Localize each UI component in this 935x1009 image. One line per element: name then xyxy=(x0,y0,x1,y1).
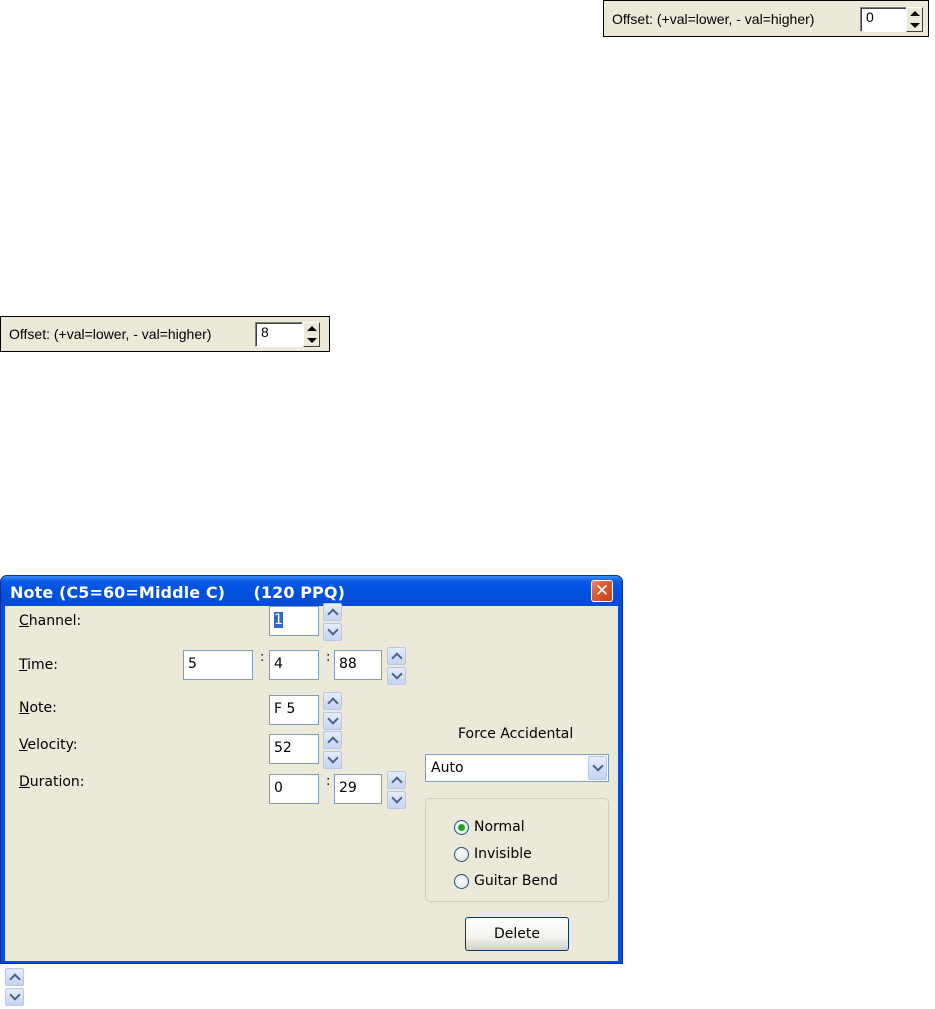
radio-label: Invisible xyxy=(474,846,532,862)
spin-down-icon[interactable] xyxy=(387,667,406,685)
spin-down-arrow-icon[interactable] xyxy=(907,20,922,32)
dialog-client-area: Channel: 1 Time: 5 : 4 : 88 Note: F 5 Ve… xyxy=(5,603,618,961)
channel-spin-icon[interactable] xyxy=(323,603,342,641)
note-dialog: Note (C5=60=Middle C) (120 PPQ) ✕ Channe… xyxy=(0,575,623,964)
offset-value-input[interactable]: 8 xyxy=(255,322,303,347)
offset-label: Offset: (+val=lower, - val=higher) xyxy=(612,10,815,27)
dialog-title: Note (C5=60=Middle C) (120 PPQ) xyxy=(10,583,345,602)
duration-beats-input[interactable]: 0 xyxy=(269,774,319,804)
spin-down-icon xyxy=(5,988,24,1006)
radio-label: Guitar Bend xyxy=(474,873,558,889)
spin-down-icon[interactable] xyxy=(323,751,342,769)
spin-up-icon xyxy=(5,968,24,986)
duration-spin-icon[interactable] xyxy=(387,771,406,809)
spin-up-arrow-icon[interactable] xyxy=(304,323,319,335)
time-spin-icon[interactable] xyxy=(387,647,406,685)
spin-up-icon[interactable] xyxy=(323,603,342,621)
duration-ticks-input[interactable]: 29 xyxy=(334,774,382,804)
time-bar-input[interactable]: 5 xyxy=(183,650,253,680)
spin-up-icon[interactable] xyxy=(323,692,342,710)
time-beat-input[interactable]: 4 xyxy=(269,650,319,680)
spin-down-arrow-icon[interactable] xyxy=(304,335,319,347)
force-accidental-value: Auto xyxy=(431,760,464,776)
offset-spin-icon[interactable] xyxy=(906,7,923,32)
spin-down-icon[interactable] xyxy=(323,623,342,641)
chevron-down-icon[interactable] xyxy=(588,756,607,780)
force-accidental-select[interactable]: Auto xyxy=(425,754,609,782)
note-label: Note: xyxy=(19,700,57,716)
note-input[interactable]: F 5 xyxy=(269,695,319,725)
offset-control-top: Offset: (+val=lower, - val=higher) 0 xyxy=(603,0,929,37)
duration-label: Duration: xyxy=(19,774,85,790)
offset-label: Offset: (+val=lower, - val=higher) xyxy=(9,326,212,342)
spin-up-icon[interactable] xyxy=(387,647,406,665)
dialog-titlebar[interactable]: Note (C5=60=Middle C) (120 PPQ) ✕ xyxy=(1,576,622,606)
offset-spin-icon[interactable] xyxy=(303,322,320,347)
spin-up-icon[interactable] xyxy=(387,771,406,789)
note-spin-icon[interactable] xyxy=(323,692,342,730)
offset-value-input[interactable]: 0 xyxy=(860,7,908,32)
offset-control-left: Offset: (+val=lower, - val=higher) 8 xyxy=(0,316,330,352)
time-label: Time: xyxy=(19,657,58,673)
radio-guitar-bend[interactable]: Guitar Bend xyxy=(454,873,558,889)
spin-down-icon[interactable] xyxy=(323,712,342,730)
duration-separator: : xyxy=(326,774,331,789)
delete-button[interactable]: Delete xyxy=(465,917,569,951)
close-button[interactable]: ✕ xyxy=(591,580,613,602)
radio-invisible[interactable]: Invisible xyxy=(454,846,532,862)
radio-selected-icon[interactable] xyxy=(454,819,469,835)
time-separator: : xyxy=(260,650,265,665)
velocity-input[interactable]: 52 xyxy=(269,734,319,764)
channel-input[interactable]: 1 xyxy=(269,606,319,636)
spin-down-icon[interactable] xyxy=(387,791,406,809)
spin-up-icon[interactable] xyxy=(323,731,342,749)
force-accidental-label: Force Accidental xyxy=(458,726,574,742)
radio-unselected-icon[interactable] xyxy=(454,873,469,889)
time-separator: : xyxy=(326,650,331,665)
velocity-label: Velocity: xyxy=(19,737,78,753)
velocity-spin-icon[interactable] xyxy=(323,731,342,769)
close-icon[interactable]: ✕ xyxy=(595,582,609,600)
radio-label: Normal xyxy=(474,819,525,835)
radio-normal[interactable]: Normal xyxy=(454,819,525,835)
spin-arrows-icon xyxy=(5,968,24,1006)
channel-label: Channel: xyxy=(19,613,82,629)
radio-unselected-icon[interactable] xyxy=(454,846,469,862)
spin-up-arrow-icon[interactable] xyxy=(907,8,922,20)
time-tick-input[interactable]: 88 xyxy=(334,650,382,680)
